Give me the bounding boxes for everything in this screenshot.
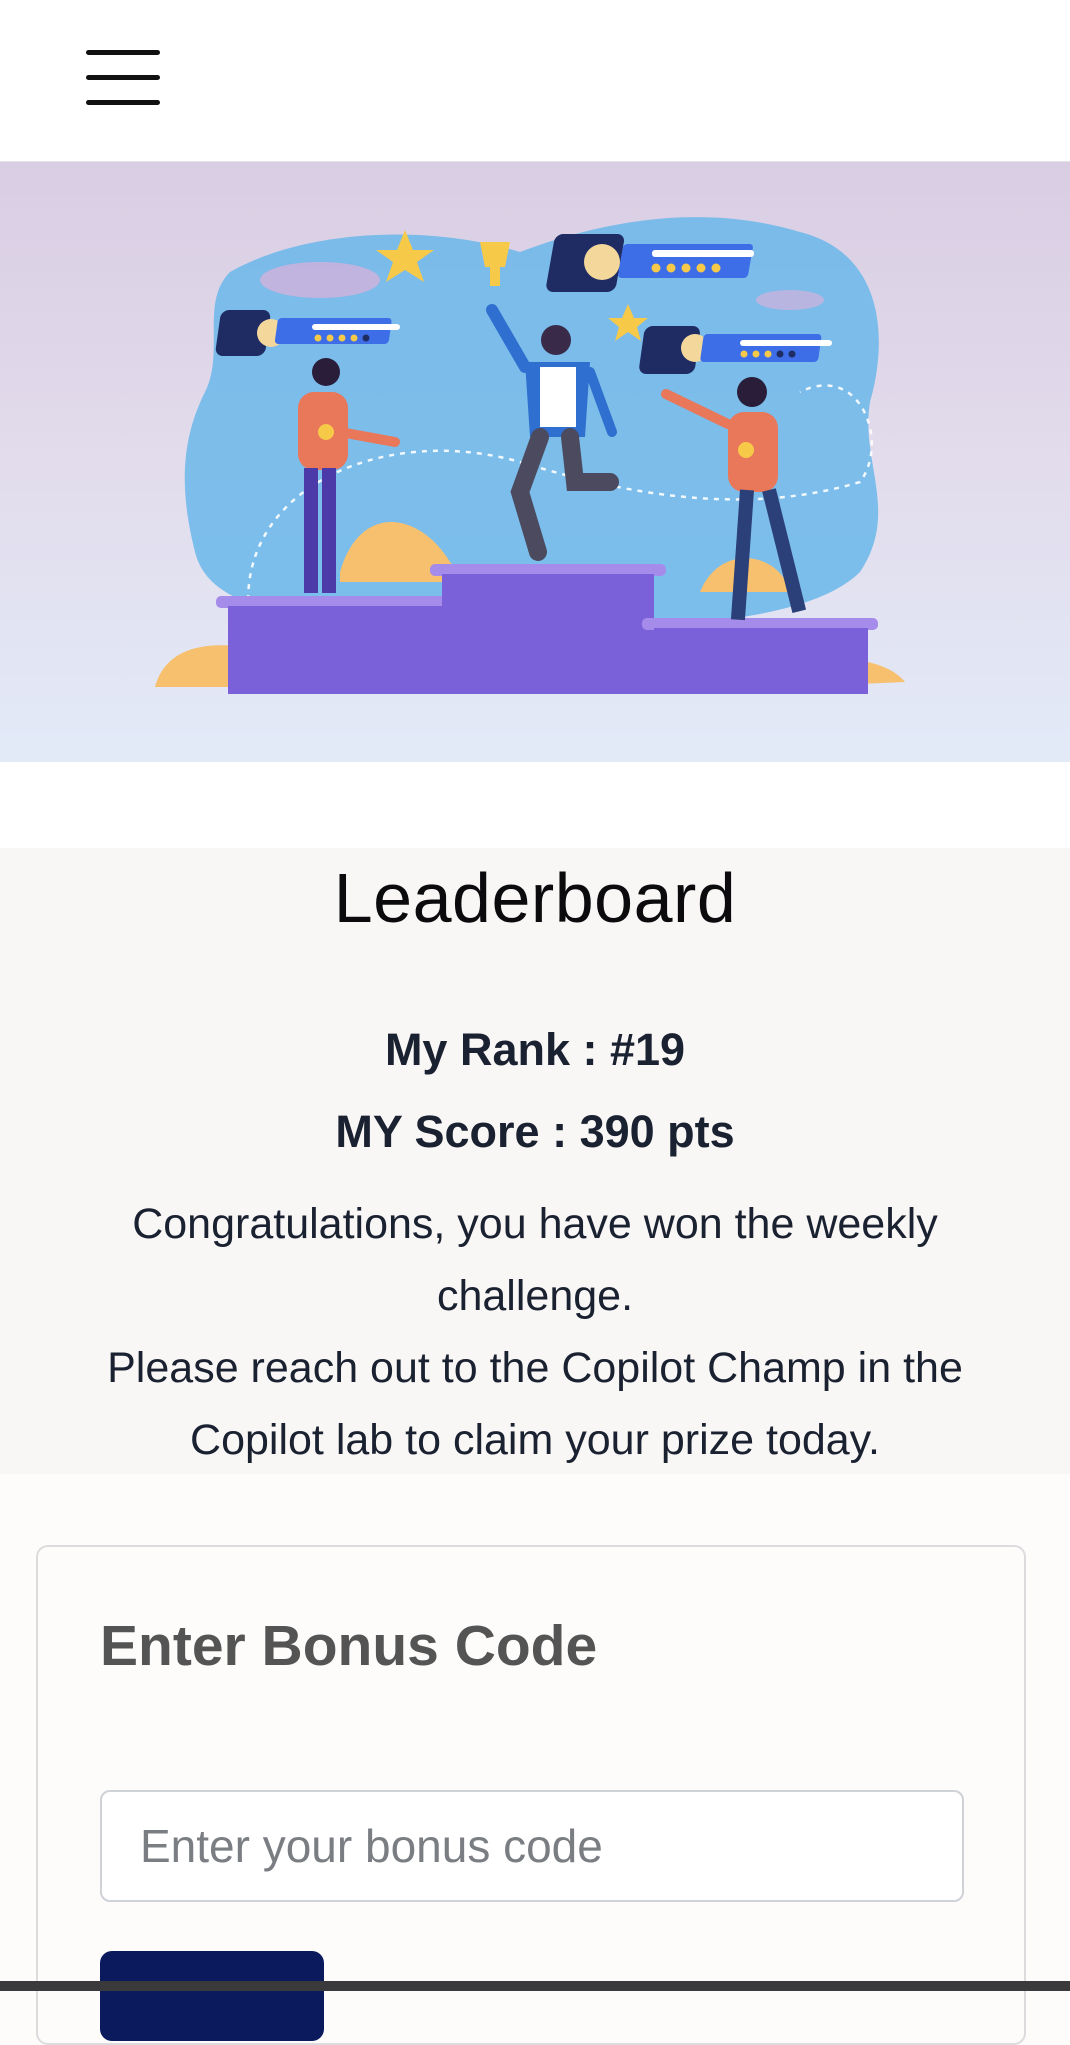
submit-bonus-button[interactable]	[100, 1951, 324, 2041]
bonus-code-title: Enter Bonus Code	[100, 1614, 598, 1678]
congrats-message-line2: Please reach out to the Copilot Champ in…	[107, 1344, 963, 1464]
congrats-message: Congratulations, you have won the weekly…	[100, 1188, 970, 1476]
bonus-code-input[interactable]	[100, 1790, 964, 1902]
my-score: MY Score : 390 pts	[335, 1106, 735, 1157]
leaderboard-section: Leaderboard My Rank : #19 MY Score : 390…	[0, 848, 1070, 1474]
top-navbar	[0, 0, 1070, 162]
hamburger-menu-icon[interactable]	[86, 50, 160, 108]
spacer	[0, 762, 1070, 848]
hero-illustration	[0, 162, 1070, 762]
page-title: Leaderboard	[333, 859, 737, 937]
bonus-code-card: Enter Bonus Code	[36, 1545, 1026, 2045]
bottom-edge-bar	[0, 1981, 1070, 1991]
leaderboard-podium-illustration	[155, 217, 905, 694]
my-rank: My Rank : #19	[384, 1024, 686, 1075]
congrats-message-line1: Congratulations, you have won the weekly…	[132, 1200, 938, 1320]
